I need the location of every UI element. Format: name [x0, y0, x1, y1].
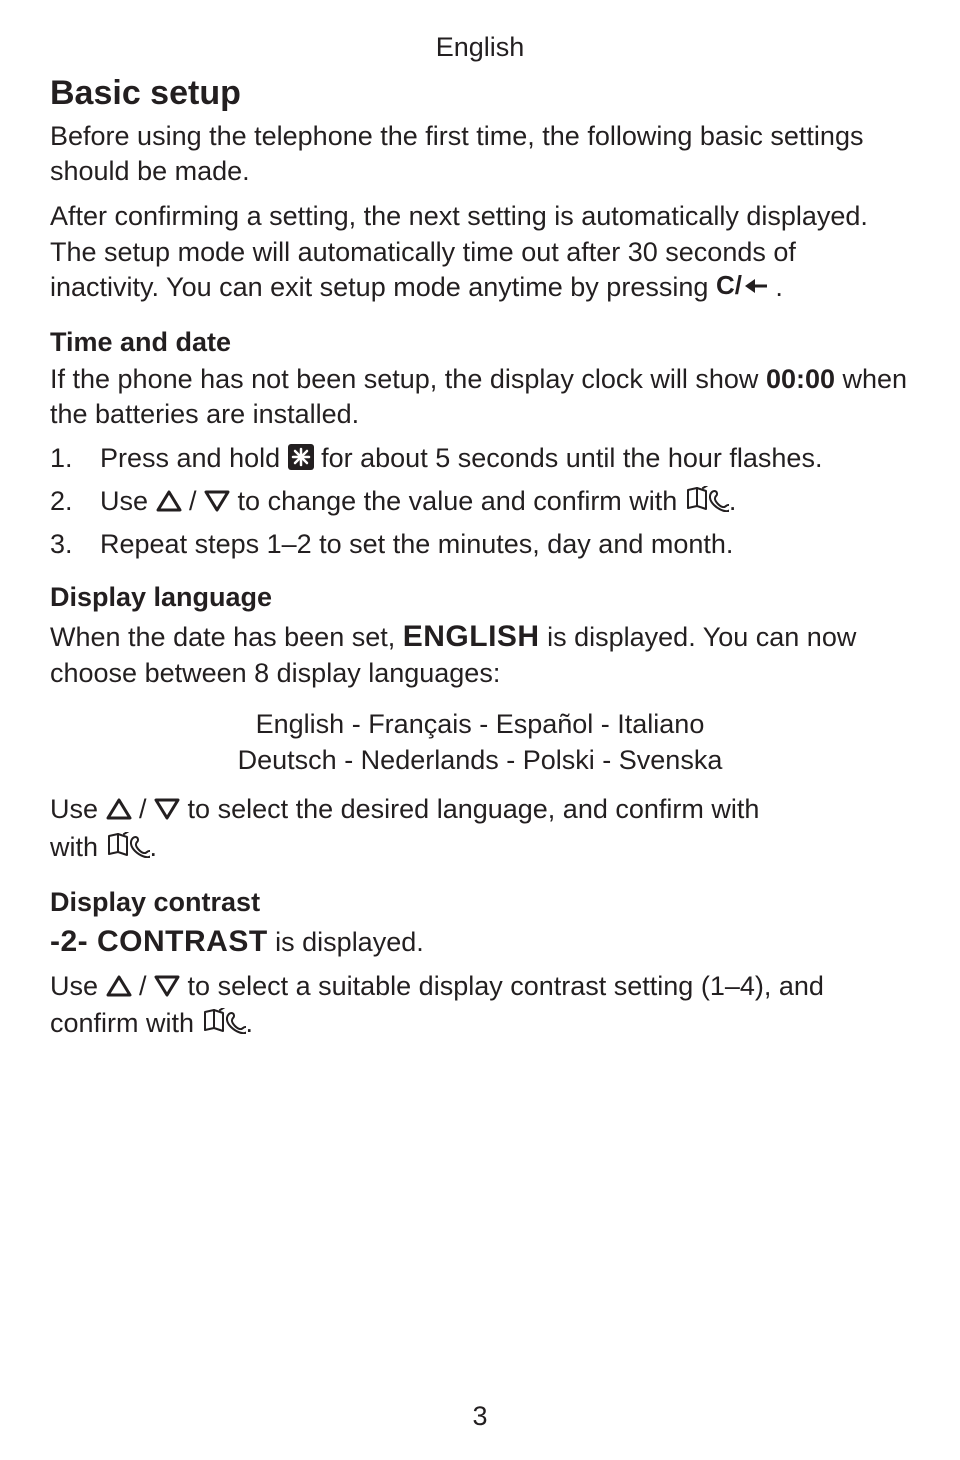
languages-line-2: Deutsch - Nederlands - Polski - Svenska: [50, 742, 910, 778]
up-arrow-icon: [106, 971, 132, 1006]
contrast-body: -2- CONTRAST is displayed.: [50, 922, 910, 961]
step1-text-b: for about 5 seconds until the hour flash…: [314, 443, 823, 473]
step2-text-c: .: [729, 486, 737, 516]
language-instruction: Use / to select the desired language, an…: [50, 792, 910, 866]
svg-text:C/: C/: [716, 274, 742, 298]
step2-text-a: Use: [100, 486, 156, 516]
down-arrow-icon: [204, 485, 230, 521]
page-number: 3: [0, 1399, 960, 1434]
step-number: 2.: [50, 483, 90, 519]
phonebook-icon: [202, 1008, 246, 1043]
lang-instr-slash: /: [132, 794, 155, 824]
time-body-time: 00:00: [766, 364, 835, 394]
languages-list: English - Français - Español - Italiano …: [50, 706, 910, 779]
page-header-language: English: [50, 30, 910, 65]
lang-instr-b: to select the desired language, and conf…: [180, 794, 759, 824]
section-heading-time: Time and date: [50, 325, 910, 360]
up-arrow-icon: [156, 485, 182, 521]
step-number: 3.: [50, 526, 90, 562]
contrast-instr-c: .: [246, 1008, 254, 1038]
asterisk-key-icon: [288, 443, 314, 479]
page-title: Basic setup: [50, 71, 910, 115]
contrast-instr-a: Use: [50, 971, 106, 1001]
step-3: 3. Repeat steps 1–2 to set the minutes, …: [100, 526, 910, 562]
time-steps-list: 1. Press and hold for about 5 seconds un…: [50, 440, 910, 562]
down-arrow-icon: [154, 971, 180, 1006]
section-heading-language: Display language: [50, 580, 910, 615]
contrast-bold: -2- CONTRAST: [50, 925, 268, 958]
lang-instr-a: Use: [50, 794, 106, 824]
lang-instr-with: with: [50, 832, 106, 862]
step-2: 2. Use / to change the value and confirm…: [100, 483, 910, 521]
section-heading-contrast: Display contrast: [50, 885, 910, 920]
up-arrow-icon: [106, 794, 132, 829]
intro-paragraph-1: Before using the telephone the first tim…: [50, 119, 910, 189]
contrast-instr-slash: /: [132, 971, 155, 1001]
phonebook-icon: [106, 832, 150, 867]
languages-line-1: English - Français - Español - Italiano: [50, 706, 910, 742]
step2-text-b: to change the value and confirm with: [230, 486, 685, 516]
time-body-a: If the phone has not been setup, the dis…: [50, 364, 766, 394]
language-body: When the date has been set, ENGLISH is d…: [50, 617, 910, 691]
step3-text: Repeat steps 1–2 to set the minutes, day…: [100, 529, 733, 559]
contrast-body-a: is displayed.: [268, 927, 424, 957]
intro-text-b: .: [768, 272, 783, 302]
step-number: 1.: [50, 440, 90, 476]
phonebook-icon: [685, 485, 729, 521]
contrast-instruction: Use / to select a suitable display contr…: [50, 969, 910, 1043]
step-1: 1. Press and hold for about 5 seconds un…: [100, 440, 910, 479]
time-body: If the phone has not been setup, the dis…: [50, 362, 910, 432]
intro-paragraph-2: After confirming a setting, the next set…: [50, 199, 910, 306]
lang-body-a: When the date has been set,: [50, 622, 403, 652]
step2-slash: /: [182, 486, 205, 516]
cancel-back-icon: C/: [716, 272, 768, 307]
down-arrow-icon: [154, 794, 180, 829]
lang-instr-c: .: [150, 832, 158, 862]
step1-text-a: Press and hold: [100, 443, 288, 473]
lang-body-bold: ENGLISH: [403, 620, 540, 653]
